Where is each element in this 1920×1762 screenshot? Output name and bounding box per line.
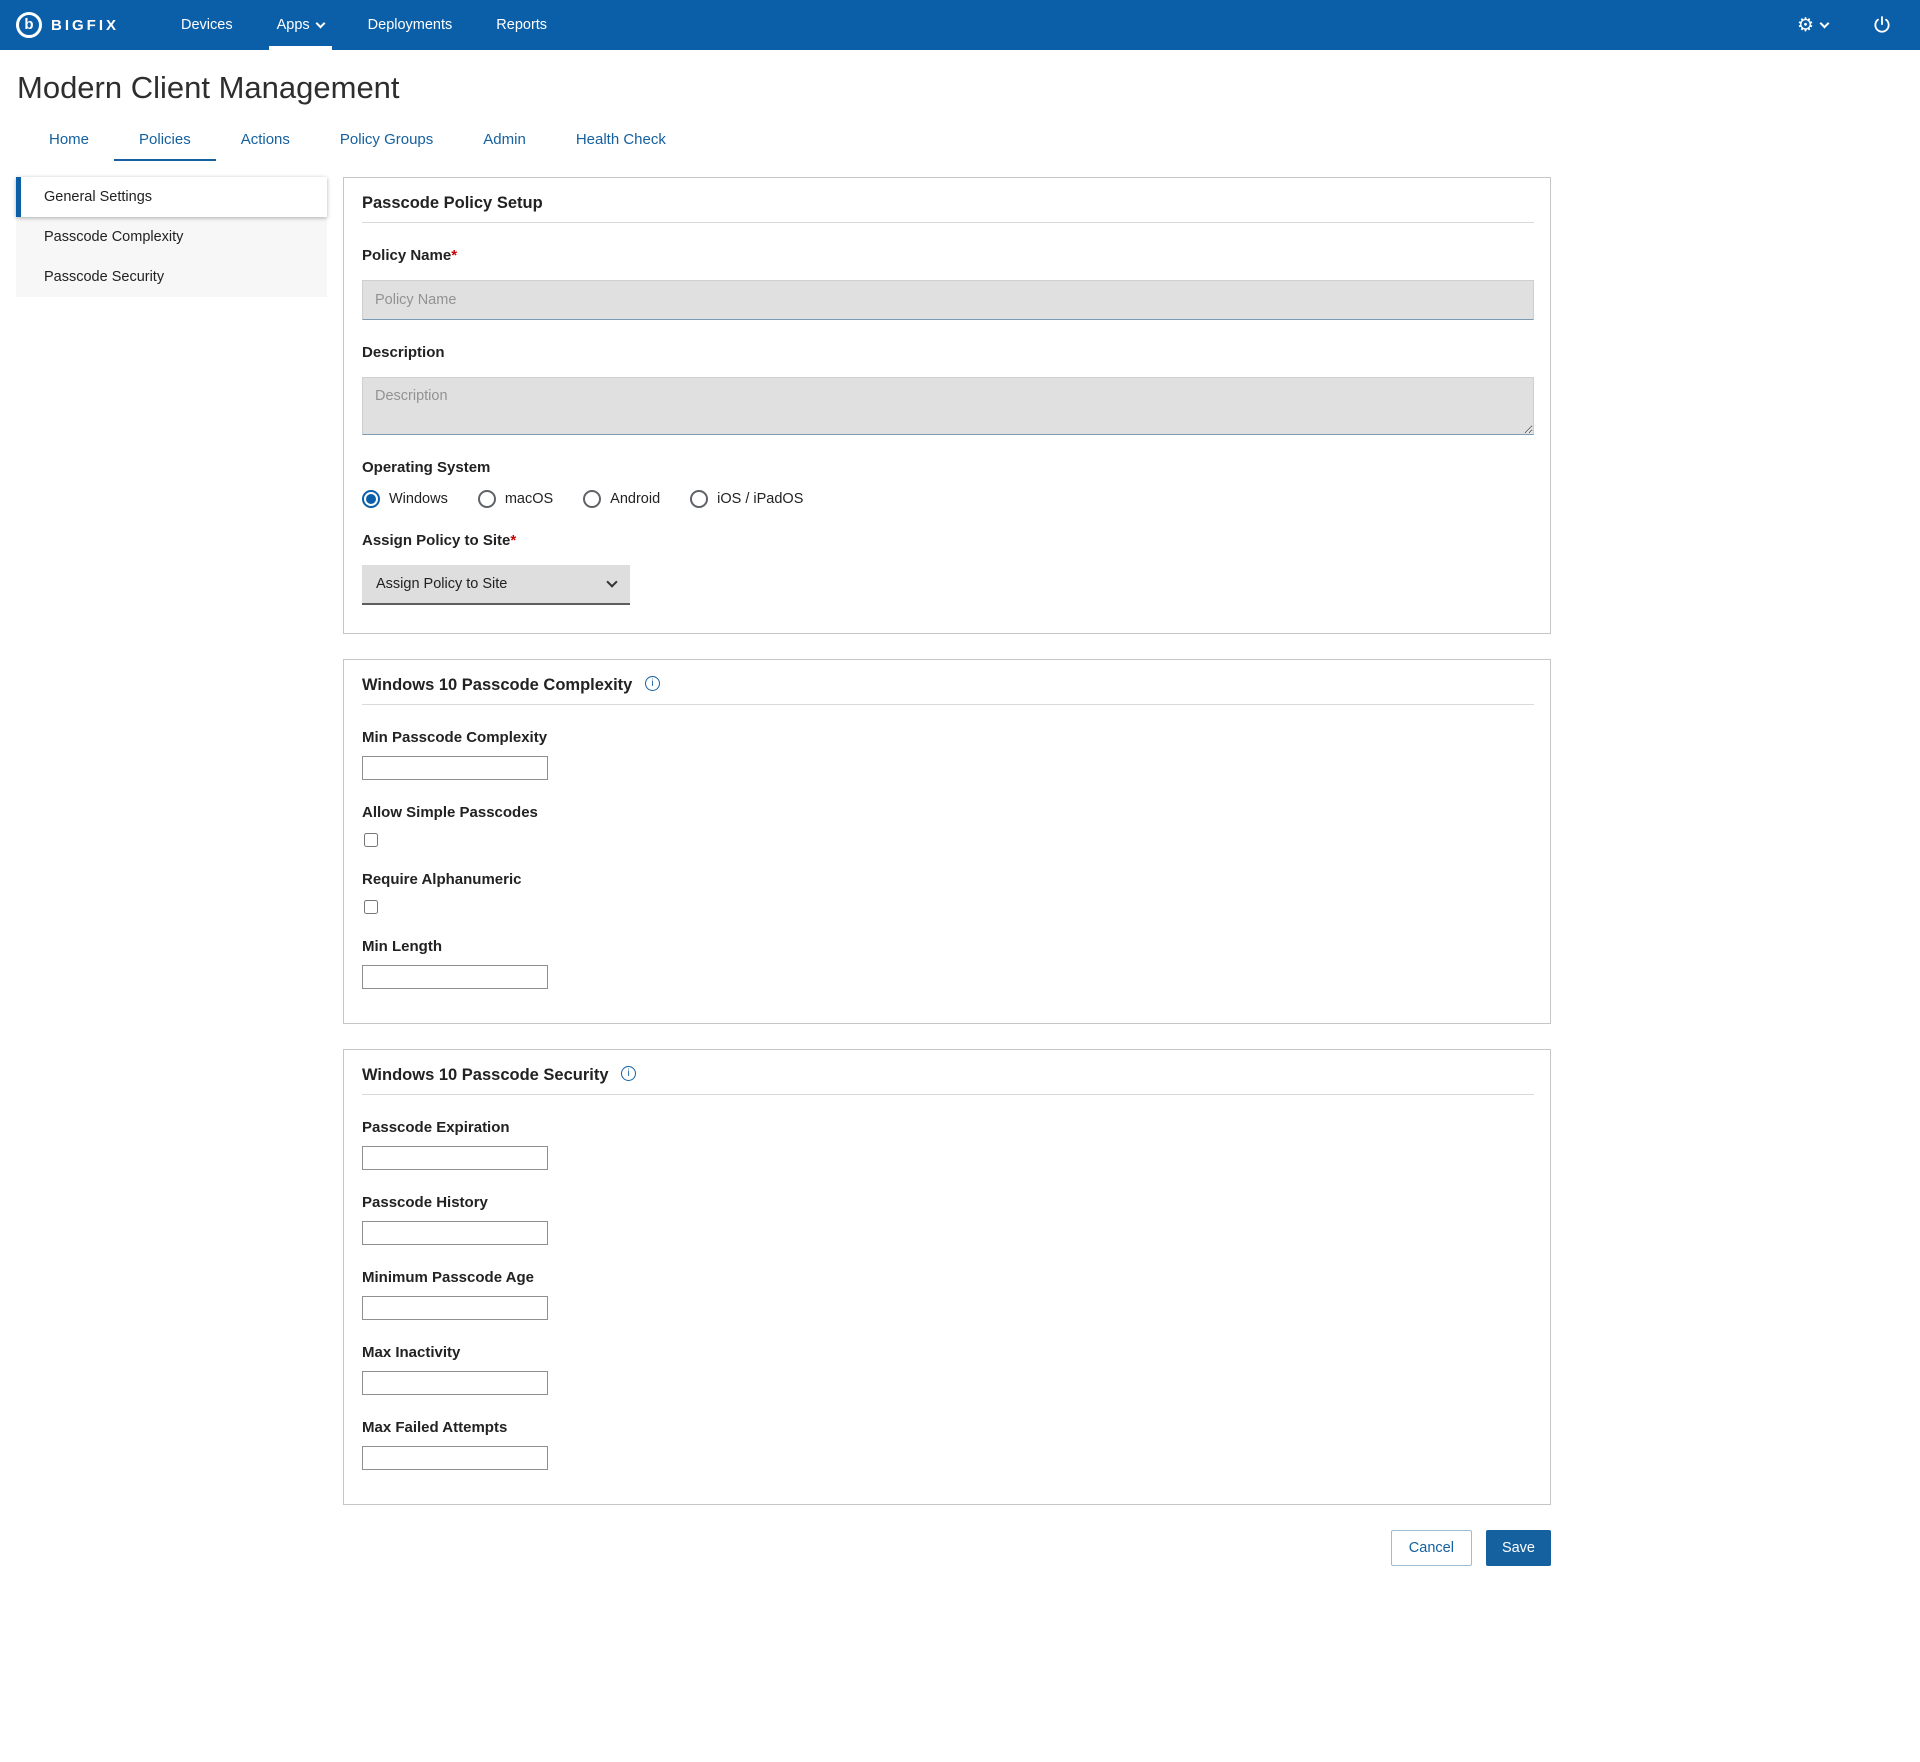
tab-policy-groups[interactable]: Policy Groups	[315, 122, 458, 161]
assign-site-selected-value: Assign Policy to Site	[376, 576, 507, 592]
min-passcode-complexity-input[interactable]	[362, 756, 548, 780]
tab-actions[interactable]: Actions	[216, 122, 315, 161]
field-minimum-passcode-age: Minimum Passcode Age	[362, 1269, 1534, 1320]
required-marker: *	[451, 247, 457, 264]
assign-site-select[interactable]: Assign Policy to Site	[362, 565, 630, 605]
required-marker: *	[510, 532, 516, 549]
power-icon	[1872, 15, 1892, 35]
policy-name-label-text: Policy Name	[362, 247, 451, 264]
radio-ios-ipados[interactable]: iOS / iPadOS	[690, 490, 803, 508]
description-label: Description	[362, 344, 1534, 361]
settings-menu-button[interactable]	[1797, 16, 1828, 35]
topbar: BIGFIX Devices Apps Deployments Reports	[0, 0, 1920, 50]
panel-title: Windows 10 Passcode Complexity	[362, 676, 1534, 705]
gear-icon	[1797, 16, 1814, 35]
radio-unselected-icon	[583, 490, 601, 508]
nav-reports[interactable]: Reports	[474, 0, 569, 50]
radio-unselected-icon	[690, 490, 708, 508]
radio-unselected-icon	[478, 490, 496, 508]
field-allow-simple-passcodes: Allow Simple Passcodes	[362, 804, 1534, 847]
passcode-policy-setup-panel: Passcode Policy Setup Policy Name* Descr…	[343, 177, 1551, 634]
sidebar-item-passcode-security[interactable]: Passcode Security	[16, 257, 327, 297]
bigfix-logo-icon	[16, 12, 42, 38]
field-min-passcode-complexity: Min Passcode Complexity	[362, 729, 1534, 780]
topbar-right	[1797, 15, 1920, 35]
field-max-inactivity: Max Inactivity	[362, 1344, 1534, 1395]
passcode-expiration-label: Passcode Expiration	[362, 1119, 1534, 1136]
field-passcode-expiration: Passcode Expiration	[362, 1119, 1534, 1170]
radio-selected-icon	[362, 490, 380, 508]
policy-name-input[interactable]	[362, 280, 1534, 320]
passcode-complexity-panel: Windows 10 Passcode Complexity Min Passc…	[343, 659, 1551, 1024]
top-nav: Devices Apps Deployments Reports	[159, 0, 569, 50]
operating-system-label: Operating System	[362, 459, 1534, 476]
panel-title: Passcode Policy Setup	[362, 194, 1534, 223]
min-passcode-complexity-label: Min Passcode Complexity	[362, 729, 1534, 746]
field-passcode-history: Passcode History	[362, 1194, 1534, 1245]
info-icon[interactable]	[621, 1066, 636, 1081]
panel-title-text: Windows 10 Passcode Security	[362, 1066, 609, 1084]
footer-actions: Cancel Save	[343, 1530, 1551, 1566]
minimum-passcode-age-label: Minimum Passcode Age	[362, 1269, 1534, 1286]
allow-simple-passcodes-checkbox[interactable]	[364, 833, 378, 847]
panel-title-text: Windows 10 Passcode Complexity	[362, 676, 632, 694]
radio-label: macOS	[505, 491, 553, 507]
tab-home[interactable]: Home	[24, 122, 114, 161]
passcode-security-panel: Windows 10 Passcode Security Passcode Ex…	[343, 1049, 1551, 1505]
max-inactivity-label: Max Inactivity	[362, 1344, 1534, 1361]
content-area: General Settings Passcode Complexity Pas…	[0, 177, 1920, 1606]
field-min-length: Min Length	[362, 938, 1534, 989]
radio-macos[interactable]: macOS	[478, 490, 553, 508]
tab-health-check[interactable]: Health Check	[551, 122, 691, 161]
nav-deployments[interactable]: Deployments	[346, 0, 475, 50]
assign-site-label-text: Assign Policy to Site	[362, 532, 510, 549]
sidebar-item-passcode-complexity[interactable]: Passcode Complexity	[16, 217, 327, 257]
passcode-history-label: Passcode History	[362, 1194, 1534, 1211]
field-max-failed-attempts: Max Failed Attempts	[362, 1419, 1534, 1470]
radio-android[interactable]: Android	[583, 490, 660, 508]
chevron-down-icon	[606, 576, 617, 587]
assign-site-label: Assign Policy to Site*	[362, 532, 1534, 549]
field-require-alphanumeric: Require Alphanumeric	[362, 871, 1534, 914]
settings-sidebar: General Settings Passcode Complexity Pas…	[16, 177, 327, 297]
allow-simple-passcodes-label: Allow Simple Passcodes	[362, 804, 1534, 821]
main-column: Passcode Policy Setup Policy Name* Descr…	[343, 177, 1551, 1606]
radio-windows[interactable]: Windows	[362, 490, 448, 508]
nav-devices[interactable]: Devices	[159, 0, 255, 50]
panel-title: Windows 10 Passcode Security	[362, 1066, 1534, 1095]
passcode-expiration-input[interactable]	[362, 1146, 548, 1170]
description-textarea[interactable]	[362, 377, 1534, 435]
max-failed-attempts-label: Max Failed Attempts	[362, 1419, 1534, 1436]
info-icon[interactable]	[645, 676, 660, 691]
policy-name-label: Policy Name*	[362, 247, 1534, 264]
nav-apps-label: Apps	[277, 17, 310, 33]
chevron-down-icon	[315, 18, 325, 28]
save-button[interactable]: Save	[1486, 1530, 1551, 1566]
passcode-history-input[interactable]	[362, 1221, 548, 1245]
max-failed-attempts-input[interactable]	[362, 1446, 548, 1470]
radio-label: Windows	[389, 491, 448, 507]
radio-label: Android	[610, 491, 660, 507]
operating-system-radio-group: Windows macOS Android iOS / iPadOS	[362, 490, 1534, 508]
brand[interactable]: BIGFIX	[16, 12, 119, 38]
tab-policies[interactable]: Policies	[114, 122, 216, 161]
tab-admin[interactable]: Admin	[458, 122, 551, 161]
require-alphanumeric-checkbox[interactable]	[364, 900, 378, 914]
page-title: Modern Client Management	[17, 70, 1920, 106]
brand-name: BIGFIX	[51, 17, 119, 34]
sidebar-item-general-settings[interactable]: General Settings	[16, 177, 327, 217]
radio-label: iOS / iPadOS	[717, 491, 803, 507]
min-length-label: Min Length	[362, 938, 1534, 955]
logout-button[interactable]	[1872, 15, 1892, 35]
app-root: BIGFIX Devices Apps Deployments Reports	[0, 0, 1920, 1606]
max-inactivity-input[interactable]	[362, 1371, 548, 1395]
chevron-down-icon	[1820, 18, 1830, 28]
cancel-button[interactable]: Cancel	[1391, 1530, 1472, 1566]
min-length-input[interactable]	[362, 965, 548, 989]
nav-apps[interactable]: Apps	[255, 0, 346, 50]
require-alphanumeric-label: Require Alphanumeric	[362, 871, 1534, 888]
minimum-passcode-age-input[interactable]	[362, 1296, 548, 1320]
tab-bar: Home Policies Actions Policy Groups Admi…	[24, 122, 1920, 161]
